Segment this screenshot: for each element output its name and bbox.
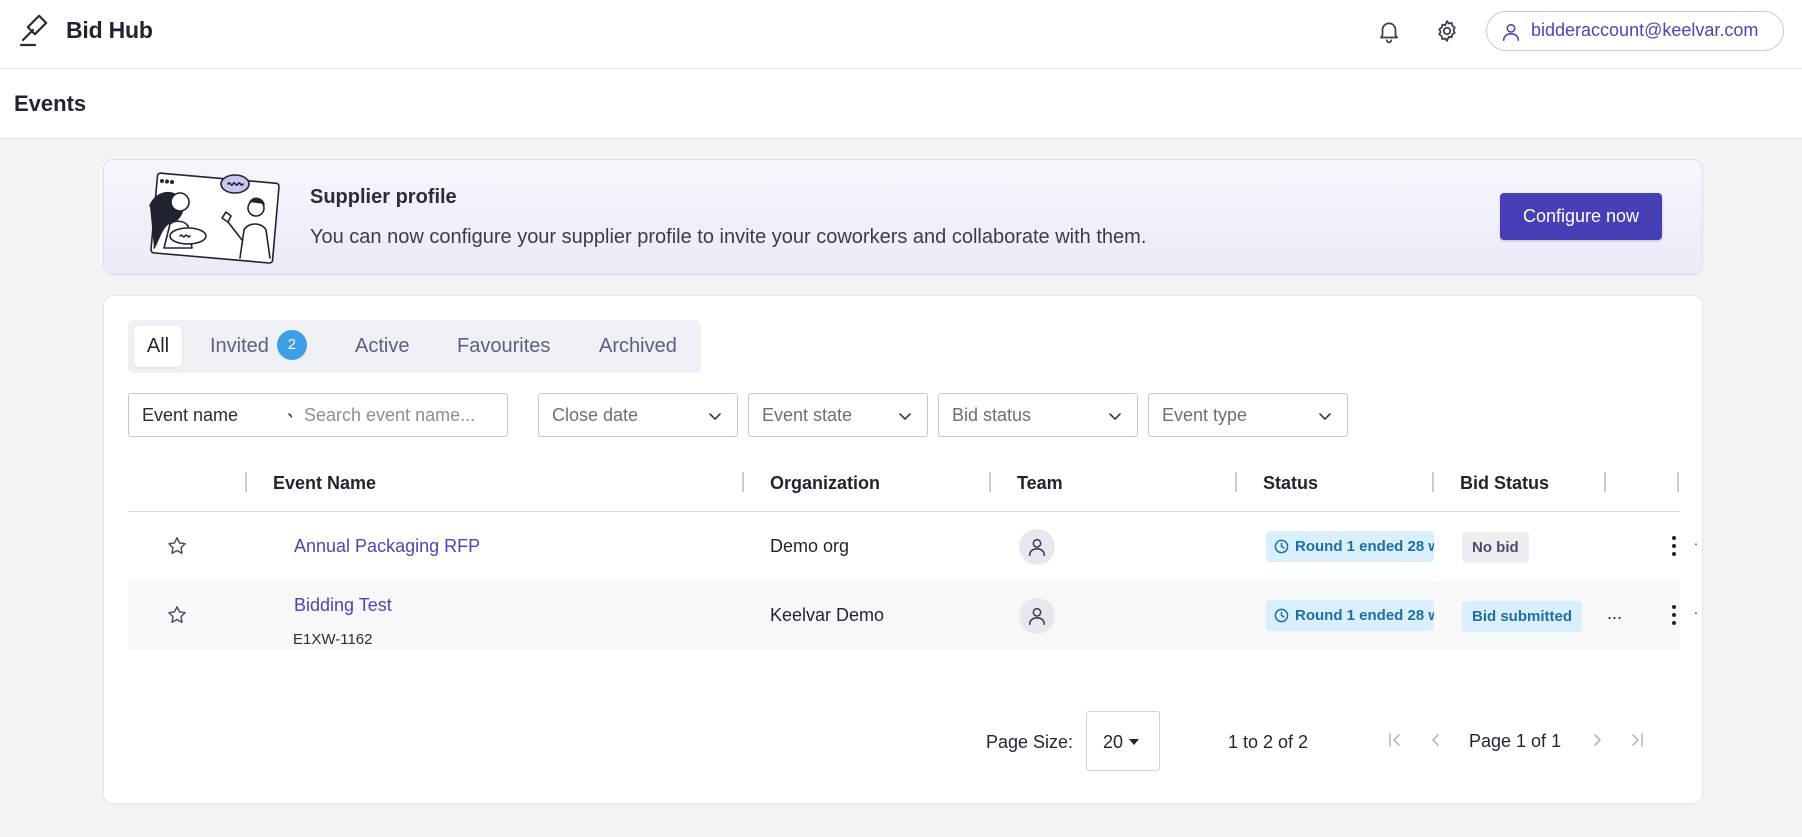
user-icon <box>1028 538 1046 557</box>
configure-now-button[interactable]: Configure now <box>1500 193 1662 240</box>
column-header-status[interactable]: Status <box>1263 473 1318 494</box>
chevron-down-icon <box>1109 413 1121 420</box>
bid-status-badge: No bid <box>1462 532 1529 563</box>
event-type-filter-label: Event type <box>1162 405 1248 425</box>
event-name-link[interactable]: Annual Packaging RFP <box>294 536 480 557</box>
event-search-input[interactable] <box>292 393 508 437</box>
more-options-icon[interactable] <box>1670 603 1678 627</box>
column-resize-handle[interactable] <box>1677 472 1679 492</box>
invited-count-badge: 2 <box>276 329 307 360</box>
search-field-select-label: Event name <box>142 405 239 425</box>
overflow-ellipsis: . <box>1694 532 1698 548</box>
organization-cell: Keelvar Demo <box>770 605 885 625</box>
column-header-bid-status[interactable]: Bid Status <box>1460 473 1549 494</box>
chevron-down-icon <box>899 413 911 420</box>
column-header-event-name[interactable]: Event Name <box>273 473 376 494</box>
column-resize-handle[interactable] <box>1432 472 1434 492</box>
app-title: Bid Hub <box>66 17 153 43</box>
banner-text: You can now configure your supplier prof… <box>310 226 1147 248</box>
caret-down-icon <box>1129 739 1139 745</box>
event-state-filter-label: Event state <box>762 405 853 425</box>
tab-active[interactable]: Active <box>355 326 409 367</box>
tab-archived-label: Archived <box>599 335 677 357</box>
gear-icon[interactable] <box>1434 18 1460 44</box>
star-icon[interactable] <box>166 535 188 557</box>
overflow-ellipsis: ... <box>1607 603 1623 623</box>
clock-icon <box>1274 608 1289 623</box>
column-header-organization[interactable]: Organization <box>770 473 880 494</box>
page-header: Events <box>0 69 1802 139</box>
tab-archived[interactable]: Archived <box>599 326 677 367</box>
supplier-profile-banner: Supplier profile You can now configure y… <box>103 159 1703 275</box>
tab-favourites[interactable]: Favourites <box>457 326 550 367</box>
tab-all[interactable]: All <box>134 326 182 367</box>
team-avatar[interactable] <box>1019 529 1055 565</box>
column-resize-handle[interactable] <box>989 472 991 492</box>
column-header-team[interactable]: Team <box>1017 473 1063 494</box>
gavel-icon[interactable] <box>19 14 53 48</box>
page-size-select[interactable]: 20 <box>1086 711 1160 771</box>
tab-invited-label: Invited <box>210 335 269 357</box>
star-icon[interactable] <box>166 604 188 626</box>
previous-page-icon[interactable] <box>1425 729 1447 751</box>
tab-invited[interactable]: Invited 2 <box>210 326 307 367</box>
tab-all-label: All <box>146 335 170 357</box>
event-tabs: All Invited 2 Active Favourites Archived <box>128 320 701 373</box>
event-state-filter[interactable]: Event state <box>748 393 928 437</box>
column-resize-handle[interactable] <box>742 472 744 492</box>
bid-status-filter[interactable]: Bid status <box>938 393 1138 437</box>
chevron-down-icon <box>1319 413 1331 420</box>
more-options-icon[interactable] <box>1670 534 1678 558</box>
table-header: Event Name Organization Team Status Bid … <box>128 456 1680 512</box>
status-text: Round 1 ended 28 w <box>1295 538 1434 555</box>
event-id: E1XW-1162 <box>293 631 373 648</box>
event-type-filter[interactable]: Event type <box>1148 393 1348 437</box>
bid-status-badge: Bid submitted <box>1462 601 1582 632</box>
page-title: Events <box>14 91 87 116</box>
tab-active-label: Active <box>355 335 410 357</box>
bell-icon[interactable] <box>1376 18 1402 44</box>
column-resize-handle[interactable] <box>1604 472 1606 492</box>
last-page-icon[interactable] <box>1626 729 1648 751</box>
user-icon <box>1028 607 1046 626</box>
bid-status-filter-label: Bid status <box>952 405 1032 425</box>
page-size-value: 20 <box>1103 732 1124 752</box>
user-icon <box>1502 23 1520 42</box>
organization-cell: Demo org <box>770 536 850 556</box>
clock-icon <box>1274 539 1289 554</box>
close-date-filter-label: Close date <box>552 405 639 425</box>
column-resize-handle[interactable] <box>1235 472 1237 492</box>
top-bar: Bid Hub bidderaccount@keelvar.com <box>0 0 1802 69</box>
tab-favourites-label: Favourites <box>457 335 551 357</box>
account-email: bidderaccount@keelvar.com <box>1531 20 1759 40</box>
table-row[interactable]: Bidding Test E1XW-1162 Keelvar Demo Roun… <box>128 581 1698 650</box>
search-field-select[interactable]: Event name <box>128 393 317 437</box>
collaboration-illustration-icon <box>149 172 280 264</box>
account-menu-button[interactable]: bidderaccount@keelvar.com <box>1486 11 1784 51</box>
close-date-filter[interactable]: Close date <box>538 393 738 437</box>
next-page-icon[interactable] <box>1586 729 1608 751</box>
column-resize-handle[interactable] <box>245 472 247 492</box>
chevron-down-icon <box>709 413 721 420</box>
events-card: All Invited 2 Active Favourites Archived … <box>103 295 1703 804</box>
event-name-link[interactable]: Bidding Test <box>294 595 392 616</box>
page-size-label: Page Size: <box>986 732 1074 752</box>
status-badge: Round 1 ended 28 w <box>1266 600 1434 631</box>
page-info: Page 1 of 1 <box>1469 731 1562 751</box>
table-row[interactable]: Annual Packaging RFP Demo org Round 1 en… <box>128 512 1698 581</box>
first-page-icon[interactable] <box>1384 729 1406 751</box>
team-avatar[interactable] <box>1019 598 1055 634</box>
status-text: Round 1 ended 28 w <box>1295 607 1434 624</box>
banner-title: Supplier profile <box>310 186 457 208</box>
row-range: 1 to 2 of 2 <box>1228 732 1309 752</box>
overflow-ellipsis: . <box>1694 601 1698 617</box>
status-badge: Round 1 ended 28 w <box>1266 531 1434 562</box>
